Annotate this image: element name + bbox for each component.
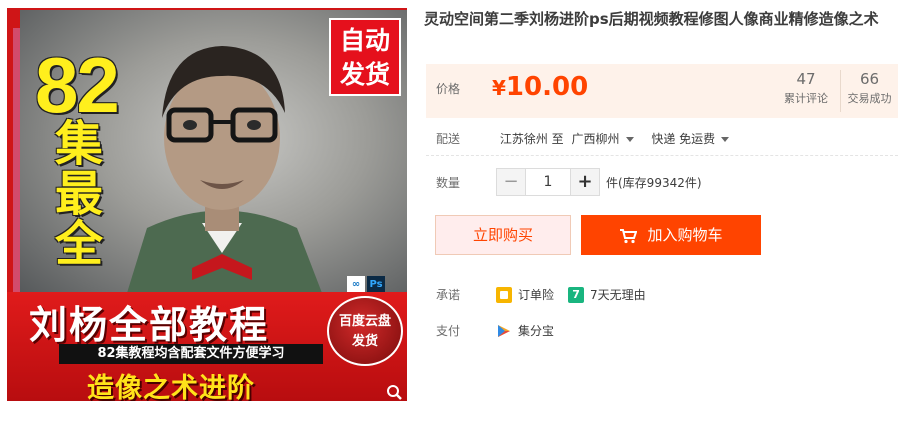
promise-row: 承诺 订单险 7 7天无理由 <box>436 286 660 303</box>
quantity-label: 数量 <box>436 175 461 190</box>
price-amount: 10.00 <box>505 72 589 102</box>
reviews-stat[interactable]: 47 累计评论 <box>778 70 834 106</box>
shipping-label: 配送 <box>436 132 461 146</box>
price-label: 价格 <box>436 82 461 96</box>
seven-day-icon: 7 <box>568 286 585 303</box>
deals-stat: 66 交易成功 <box>840 70 898 112</box>
baidu-line2: 发货 <box>351 334 378 349</box>
product-page: { "gallery": { "badge_number": "82", "ve… <box>0 0 898 424</box>
product-main-image[interactable]: 82 集最全 自动 发货 ∞ Ps 刘杨全部教程 82集教程均含配套文件方便学习… <box>7 8 407 401</box>
price-panel: 价格 ¥10.00 47 累计评论 66 交易成功 <box>426 64 898 118</box>
quantity-stepper: − 1 + <box>496 168 600 196</box>
baidu-cloud-badge: 百度云盘 发货 <box>327 296 403 366</box>
magnifier-icon[interactable] <box>385 384 405 400</box>
product-title: 灵动空间第二季刘杨进阶ps后期视频教程修图人像商业精修造像之术 <box>424 10 879 28</box>
stock-text: 件(库存99342件) <box>606 175 702 190</box>
image-side-stripe <box>13 28 20 293</box>
ship-from: 江苏徐州 至 <box>499 132 564 146</box>
reviews-label: 累计评论 <box>784 92 828 105</box>
ship-method-select[interactable]: 快递 免运费 <box>651 132 743 146</box>
auto-ship-badge: 自动 发货 <box>329 18 401 96</box>
increase-button[interactable]: + <box>571 169 599 195</box>
ship-to: 广西柳州 <box>571 132 620 146</box>
shipping-row: 配送 江苏徐州 至 广西柳州 快递 免运费 <box>436 130 743 147</box>
ship-method: 快递 免运费 <box>651 132 716 146</box>
divider <box>426 155 898 156</box>
decrease-button[interactable]: − <box>497 169 525 195</box>
order-insurance-tag[interactable]: 订单险 <box>496 286 554 303</box>
auto-ship-line1: 自动 <box>339 26 390 55</box>
ship-to-select[interactable]: 广西柳州 <box>571 132 647 146</box>
episode-count-badge: 82 <box>35 41 120 129</box>
promise-label: 承诺 <box>436 288 461 302</box>
main-headline: 刘杨全部教程 <box>29 305 270 347</box>
jifenbao-label: 集分宝 <box>518 324 555 338</box>
baidu-line1: 百度云盘 <box>338 314 391 329</box>
price-value: ¥10.00 <box>492 72 588 102</box>
seven-day-return-tag[interactable]: 7 7天无理由 <box>568 286 646 303</box>
cart-icon <box>620 228 638 243</box>
chevron-down-icon <box>721 136 730 142</box>
payment-label: 支付 <box>436 324 461 338</box>
presenter-portrait <box>127 46 322 293</box>
deals-count: 66 <box>859 70 880 88</box>
buy-now-button[interactable]: 立即购买 <box>435 215 571 255</box>
add-to-cart-label: 加入购物车 <box>647 226 723 244</box>
jifenbao-icon <box>498 324 510 337</box>
currency-symbol: ¥ <box>492 76 506 100</box>
payment-row: 支付 集分宝 <box>436 322 568 339</box>
bottom-headline: 造像之术进阶 <box>87 373 255 401</box>
add-to-cart-button[interactable]: 加入购物车 <box>581 215 761 255</box>
deals-label: 交易成功 <box>847 92 892 105</box>
quantity-input[interactable]: 1 <box>525 169 571 195</box>
sub-headline: 82集教程均含配套文件方便学习 <box>59 344 323 364</box>
seven-day-return-label: 7天无理由 <box>590 288 646 302</box>
vertical-title: 集最全 <box>55 118 104 271</box>
shield-icon <box>496 286 512 303</box>
chevron-down-icon <box>625 136 634 142</box>
order-insurance-label: 订单险 <box>518 288 555 302</box>
reviews-count: 47 <box>796 70 816 88</box>
jifenbao-tag[interactable]: 集分宝 <box>496 322 554 339</box>
auto-ship-line2: 发货 <box>339 60 390 89</box>
quantity-row: 数量 − 1 + 件(库存99342件) <box>436 167 702 197</box>
